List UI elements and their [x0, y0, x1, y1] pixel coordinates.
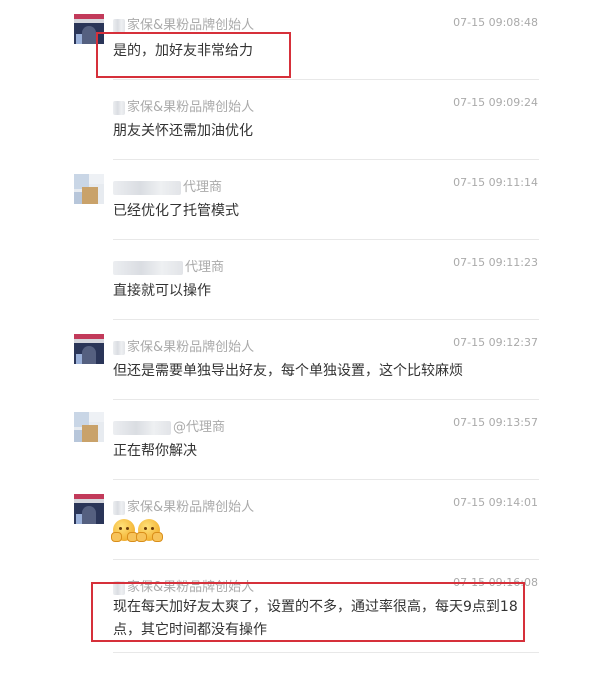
- message-timestamp: 07-15 09:08:48: [453, 16, 538, 29]
- sender-name: 代理商: [113, 176, 222, 195]
- avatar[interactable]: [74, 334, 104, 364]
- sender-name: 家保&果粉品牌创始人: [113, 336, 254, 355]
- message-text: 直接就可以操作: [113, 283, 211, 299]
- highlight-box: [96, 32, 291, 78]
- message-text: 已经优化了托管模式: [113, 203, 239, 219]
- avatar[interactable]: [74, 412, 104, 442]
- chat-message: 代理商 07-15 09:11:14 已经优化了托管模式: [0, 160, 609, 240]
- chat-message: 家保&果粉品牌创始人 07-15 09:08:48 是的，加好友非常给力: [0, 0, 609, 80]
- sender-name: 家保&果粉品牌创始人: [113, 96, 254, 115]
- message-text: 但还是需要单独导出好友，每个单独设置，这个比较麻烦: [113, 363, 463, 379]
- chat-message: 家保&果粉品牌创始人 07-15 09:09:24 朋友关怀还需加油优化: [0, 80, 609, 160]
- sender-name: 代理商: [113, 256, 224, 275]
- sender-name: @代理商: [113, 416, 225, 435]
- message-text: 朋友关怀还需加油优化: [113, 123, 253, 139]
- chat-message: 家保&果粉品牌创始人 07-15 09:14:01: [0, 480, 609, 560]
- message-timestamp: 07-15 09:12:37: [453, 336, 538, 349]
- message-timestamp: 07-15 09:11:14: [453, 176, 538, 189]
- message-timestamp: 07-15 09:09:24: [453, 96, 538, 109]
- message-text: 正在帮你解决: [113, 443, 197, 459]
- message-timestamp: 07-15 09:13:57: [453, 416, 538, 429]
- sweat-smile-emoji: [136, 519, 163, 542]
- chat-message: @代理商 07-15 09:13:57 正在帮你解决: [0, 400, 609, 480]
- avatar[interactable]: [74, 174, 104, 204]
- sender-name: 家保&果粉品牌创始人: [113, 496, 254, 515]
- chat-message: 家保&果粉品牌创始人 07-15 09:12:37 但还是需要单独导出好友，每个…: [0, 320, 609, 400]
- sweat-smile-emoji: [111, 519, 138, 542]
- message-timestamp: 07-15 09:14:01: [453, 496, 538, 509]
- message-timestamp: 07-15 09:11:23: [453, 256, 538, 269]
- message-emojis: [111, 519, 163, 543]
- chat-message: 代理商 07-15 09:11:23 直接就可以操作: [0, 240, 609, 320]
- highlight-box: [91, 582, 525, 642]
- sender-name: 家保&果粉品牌创始人: [113, 14, 254, 33]
- divider: [113, 652, 539, 653]
- avatar[interactable]: [74, 494, 104, 524]
